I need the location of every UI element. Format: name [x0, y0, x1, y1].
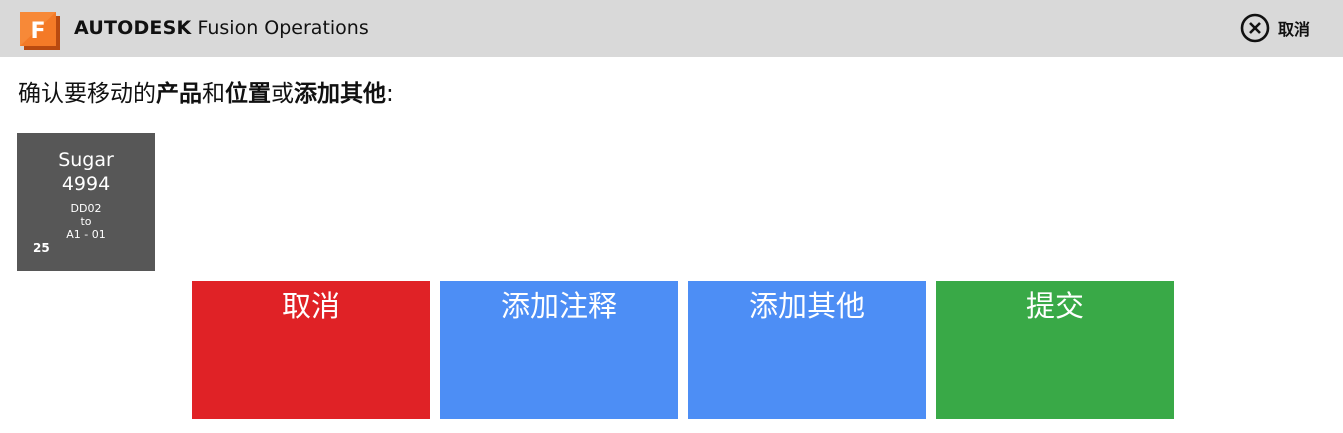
- logo-letter: F: [30, 19, 45, 44]
- fusion-logo-icon: F: [20, 12, 60, 50]
- submit-button[interactable]: 提交: [936, 281, 1174, 419]
- prompt-location: 位置: [225, 81, 271, 107]
- top-bar: F AUTODESK Fusion Operations 取消: [0, 0, 1343, 57]
- prompt-add-other: 添加其他: [294, 81, 386, 107]
- cancel-button-label: 取消: [281, 289, 340, 323]
- close-circle-icon: [1240, 13, 1270, 43]
- app-title: AUTODESK Fusion Operations: [74, 16, 369, 40]
- add-note-button-label: 添加注释: [500, 289, 617, 323]
- instruction-text: 确认要移动的产品和位置或添加其他:: [18, 79, 394, 109]
- tile-to-location: A1 - 01: [66, 228, 106, 241]
- prompt-product: 产品: [156, 81, 202, 107]
- prompt-text-1: 确认要移动的: [18, 81, 156, 107]
- tile-product-name: Sugar: [58, 149, 114, 171]
- tile-to-word: to: [80, 215, 92, 228]
- prompt-colon: :: [386, 81, 394, 107]
- tile-quantity: 25: [33, 241, 50, 255]
- brand-product: Fusion Operations: [197, 17, 369, 39]
- tile-from-location: DD02: [70, 202, 102, 215]
- add-note-button[interactable]: 添加注释: [440, 281, 678, 419]
- brand-autodesk: AUTODESK: [74, 17, 192, 39]
- prompt-text-2: 和: [202, 81, 225, 107]
- header-cancel-button[interactable]: 取消: [1240, 13, 1310, 43]
- move-item-tile[interactable]: Sugar 4994 DD02 to A1 - 01 25: [17, 133, 155, 271]
- prompt-text-3: 或: [271, 81, 294, 107]
- header-cancel-label: 取消: [1278, 20, 1311, 39]
- add-other-button[interactable]: 添加其他: [688, 281, 926, 419]
- submit-button-label: 提交: [1025, 289, 1084, 323]
- add-other-button-label: 添加其他: [748, 289, 865, 323]
- cancel-button[interactable]: 取消: [192, 281, 430, 419]
- tile-product-id: 4994: [61, 173, 111, 195]
